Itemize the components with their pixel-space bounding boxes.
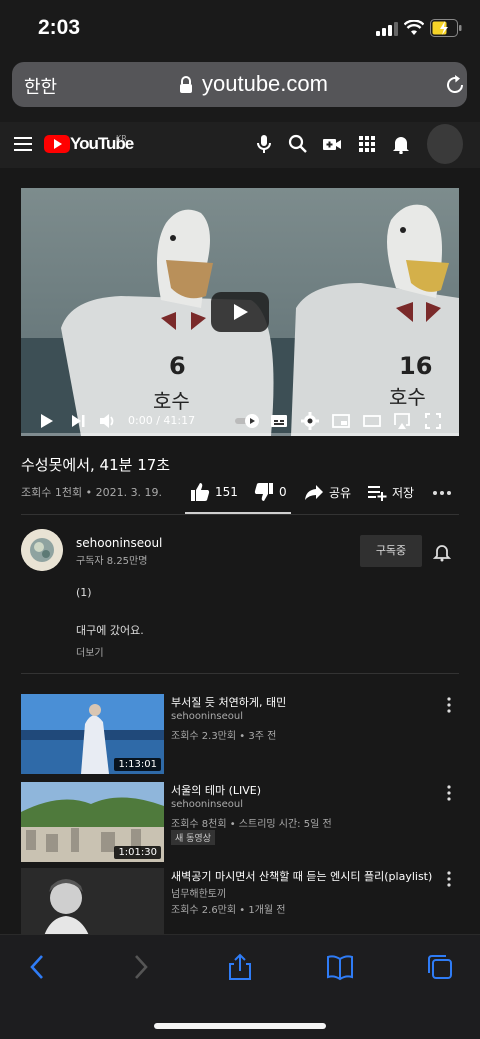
recommended-channel: 넘무해한토끼 <box>171 889 227 900</box>
play-small-icon[interactable] <box>37 412 55 430</box>
like-button[interactable]: 151 <box>190 480 238 504</box>
kebab-menu-icon[interactable] <box>445 697 453 713</box>
menu-icon[interactable] <box>14 136 34 152</box>
url-text[interactable]: youtube.com <box>202 71 328 97</box>
save-label: 저장 <box>392 485 415 500</box>
add-to-playlist-icon <box>368 486 387 501</box>
save-button[interactable]: 저장 <box>367 480 414 504</box>
recommended-meta: 조회수 8천회 • 스트리밍 시간: 5일 전 <box>171 819 332 830</box>
bookmarks-icon[interactable] <box>326 953 354 981</box>
settings-gear-icon[interactable] <box>301 412 319 430</box>
safari-address-area: 한한 youtube.com <box>0 58 480 122</box>
captions-icon[interactable] <box>270 412 288 430</box>
fullscreen-icon[interactable] <box>424 412 442 430</box>
back-icon[interactable] <box>24 953 52 981</box>
recommended-title[interactable]: 서울의 테마 (LIVE) <box>171 782 441 798</box>
video-meta: 조회수 1천회 • 2021. 3. 19. <box>21 486 163 499</box>
video-progress-bar[interactable] <box>21 433 459 436</box>
show-more-link[interactable]: 더보기 <box>76 644 104 659</box>
video-title: 수성못에서, 41분 17초 <box>21 456 171 474</box>
svg-text:6: 6 <box>169 352 186 380</box>
volume-icon[interactable] <box>98 412 116 430</box>
share-label: 공유 <box>329 485 352 500</box>
recommended-meta: 조회수 2.3만회 • 3주 전 <box>171 731 277 742</box>
subscribed-button[interactable]: 구독중 <box>360 535 422 567</box>
kebab-menu-icon[interactable] <box>445 785 453 801</box>
thumbs-down-icon <box>254 483 273 501</box>
account-avatar[interactable] <box>427 124 463 164</box>
home-indicator <box>154 1023 326 1029</box>
recommended-title[interactable]: 부서질 듯 처연하게, 태민 <box>171 694 441 710</box>
airplay-icon[interactable] <box>393 412 411 430</box>
youtube-header: YouTube KR <box>0 122 480 168</box>
player-controls: 0:00 / 41:17 <box>21 406 459 436</box>
share-button[interactable]: 공유 <box>304 480 351 504</box>
video-thumbnail[interactable]: 1:01:30 <box>21 782 164 862</box>
cellular-signal-icon <box>376 22 398 36</box>
more-actions-icon[interactable] <box>432 486 452 500</box>
region-code: KR <box>116 134 127 143</box>
list-item[interactable]: 1:01:30 서울의 테마 (LIVE) sehooninseoul 조회수 … <box>21 782 461 862</box>
reload-icon[interactable] <box>444 74 466 96</box>
divider <box>21 673 459 674</box>
channel-bell-icon[interactable] <box>433 542 451 562</box>
notifications-bell-icon[interactable] <box>391 134 411 154</box>
channel-subscribers: 구독자 8.25만명 <box>76 556 148 567</box>
share-icon[interactable] <box>226 953 254 981</box>
new-video-badge: 새 동영상 <box>171 830 215 845</box>
microphone-icon[interactable] <box>254 134 274 154</box>
miniplayer-icon[interactable] <box>332 412 350 430</box>
battery-charging-icon <box>430 19 462 37</box>
autoplay-toggle-icon[interactable] <box>234 412 262 430</box>
play-icon <box>234 304 248 320</box>
description-line-2: 대구에 갔어요. <box>76 624 144 637</box>
divider <box>21 514 459 515</box>
description-line-1: (1) <box>76 586 92 599</box>
channel-avatar[interactable] <box>21 529 63 571</box>
svg-text:16: 16 <box>399 352 432 380</box>
timecode: 0:00 / 41:17 <box>128 414 196 427</box>
forward-icon <box>135 955 148 979</box>
dislike-count: 0 <box>279 485 287 499</box>
video-player[interactable]: 6 호수 16 호수 0:00 / 41:17 <box>21 188 459 436</box>
video-thumbnail[interactable]: 1:13:01 <box>21 694 164 774</box>
tabs-icon[interactable] <box>426 953 454 981</box>
list-item[interactable]: 1:13:01 부서질 듯 처연하게, 태민 sehooninseoul 조회수… <box>21 694 461 774</box>
video-duration: 1:01:30 <box>114 846 161 859</box>
status-bar: 2:03 <box>0 0 480 58</box>
recommended-meta: 조회수 2.6만회 • 1개월 전 <box>171 905 286 916</box>
address-bar[interactable]: 한한 youtube.com <box>12 62 467 107</box>
lock-icon <box>180 76 192 93</box>
apps-grid-icon[interactable] <box>357 134 377 154</box>
wifi-icon <box>404 20 424 35</box>
reader-mode-button[interactable]: 한한 <box>24 73 57 99</box>
recommended-channel: sehooninseoul <box>171 711 243 722</box>
status-time: 2:03 <box>38 16 81 39</box>
dislike-button[interactable]: 0 <box>254 480 287 504</box>
thumbs-up-icon <box>191 483 210 501</box>
next-icon[interactable] <box>69 412 87 430</box>
video-duration: 1:13:01 <box>114 758 161 771</box>
theater-mode-icon[interactable] <box>363 412 381 430</box>
create-video-icon[interactable] <box>322 134 342 154</box>
channel-name[interactable]: sehooninseoul <box>76 536 162 550</box>
share-arrow-icon <box>305 485 323 500</box>
channel-avatar-image <box>21 529 63 571</box>
recommended-title[interactable]: 새벽공기 마시면서 산책할 때 듣는 엔시티 플리(playlist) <box>171 868 441 884</box>
kebab-menu-icon[interactable] <box>445 871 453 887</box>
recommended-channel: sehooninseoul <box>171 799 243 810</box>
like-count: 151 <box>215 485 238 499</box>
play-button[interactable] <box>211 292 269 332</box>
search-icon[interactable] <box>288 134 308 154</box>
